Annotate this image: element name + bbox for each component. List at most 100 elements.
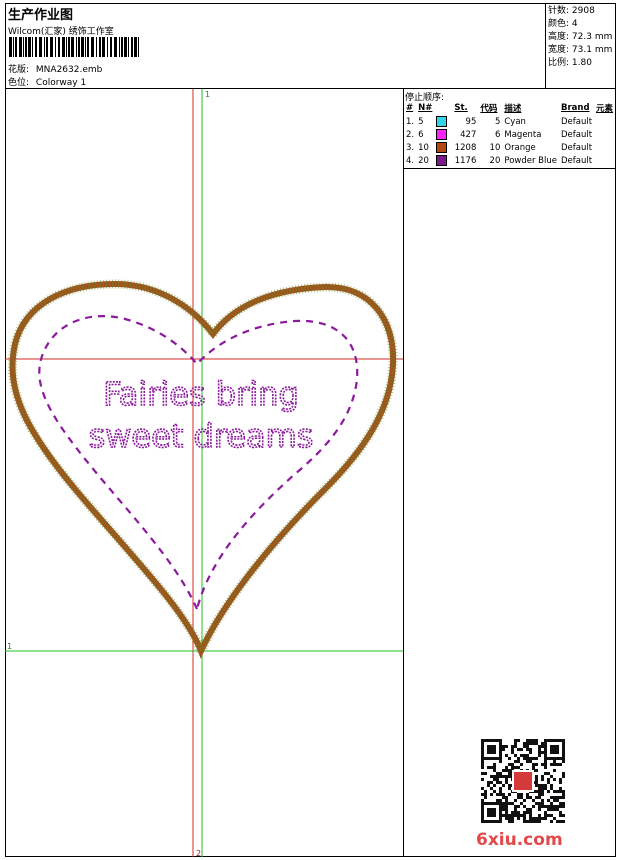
qr-module: [520, 796, 523, 799]
qr-module: [505, 811, 508, 814]
qr-module: [538, 754, 541, 757]
qr-module: [517, 817, 520, 820]
qr-module: [511, 748, 514, 751]
qr-module: [544, 766, 547, 769]
qr-module: [556, 790, 559, 793]
marker-bottom: 2: [196, 849, 201, 857]
qr-module: [553, 763, 556, 766]
qr-module: [526, 793, 529, 796]
qr-module: [529, 817, 532, 820]
barcode-bar: [68, 37, 70, 57]
qr-module: [484, 790, 487, 793]
qr-module: [517, 793, 520, 796]
barcode-bar: [121, 37, 123, 57]
qr-module: [511, 814, 514, 817]
barcode-bar: [107, 37, 108, 57]
qr-module: [529, 739, 532, 742]
qr-module: [484, 796, 487, 799]
qr-module: [553, 799, 556, 802]
barcode-bar: [85, 37, 86, 57]
heart-outline-satin: [9, 280, 397, 659]
qr-module: [526, 754, 529, 757]
qr-module: [559, 820, 562, 823]
barcode-bar: [58, 37, 60, 57]
qr-module: [529, 811, 532, 814]
qr-module: [559, 787, 562, 790]
qr-module: [535, 769, 538, 772]
qr-module: [508, 802, 511, 805]
barcode-bar: [114, 37, 117, 57]
qr-module: [535, 739, 538, 742]
qr-module: [562, 820, 565, 823]
color-swatch: [436, 155, 448, 166]
qr-module: [553, 817, 556, 820]
barcode-bar: [78, 37, 80, 57]
qr-module: [562, 793, 565, 796]
qr-module: [520, 814, 523, 817]
qr-module: [502, 802, 505, 805]
colorway-row: 色位: Colorway 1: [8, 75, 86, 88]
barcode-bar: [87, 37, 89, 57]
qr-module: [547, 808, 550, 811]
qr-finder: [487, 808, 496, 817]
barcode-bar: [96, 37, 97, 57]
qr-module: [526, 742, 529, 745]
qr-module: [559, 814, 562, 817]
qr-module: [547, 799, 550, 802]
qr-module: [544, 817, 547, 820]
qr-module: [553, 769, 556, 772]
qr-module: [493, 766, 496, 769]
qr-module: [544, 805, 547, 808]
qr-module: [526, 745, 529, 748]
qr-module: [541, 790, 544, 793]
qr-module: [562, 796, 565, 799]
barcode-bar: [131, 37, 133, 57]
qr-module: [517, 814, 520, 817]
qr-module: [487, 781, 490, 784]
barcode-bar: [28, 37, 31, 57]
qr-module: [514, 745, 517, 748]
qr-module: [502, 793, 505, 796]
qr-module: [487, 784, 490, 787]
qr-module: [517, 805, 520, 808]
barcode: [9, 37, 139, 57]
qr-module: [514, 814, 517, 817]
qr-module: [508, 820, 511, 823]
qr-module: [553, 808, 556, 811]
barcode-bar: [32, 37, 33, 57]
qr-module: [541, 799, 544, 802]
qr-module: [535, 790, 538, 793]
qr-module: [538, 817, 541, 820]
qr-module: [538, 748, 541, 751]
qr-module: [544, 811, 547, 814]
qr-module: [520, 748, 523, 751]
qr-module: [508, 763, 511, 766]
embroidery-design: Fairies bring sweet dreams 1 1 2: [5, 89, 403, 857]
qr-module: [517, 757, 520, 760]
barcode-bar: [99, 37, 101, 57]
qr-module: [535, 778, 538, 781]
qr-module: [505, 814, 508, 817]
qr-module: [481, 778, 484, 781]
barcode-bar: [81, 37, 84, 57]
qr-module: [493, 775, 496, 778]
qr-module: [511, 802, 514, 805]
qr-module: [520, 793, 523, 796]
qr-module: [529, 742, 532, 745]
stat-scale: 比例: 1.80: [548, 58, 592, 68]
stats-panel: 针数: 2908 颜色: 4 高度: 72.3 mm 宽度: 73.1 mm 比…: [548, 5, 612, 70]
qr-module: [535, 817, 538, 820]
qr-module: [490, 781, 493, 784]
qr-module: [538, 814, 541, 817]
qr-module: [559, 763, 562, 766]
qr-module: [550, 814, 553, 817]
qr-module: [541, 805, 544, 808]
qr-module: [502, 796, 505, 799]
qr-module: [517, 796, 520, 799]
qr-module: [481, 787, 484, 790]
qr-module: [541, 778, 544, 781]
qr-module: [535, 820, 538, 823]
qr-module: [550, 787, 553, 790]
qr-module: [544, 763, 547, 766]
qr-module: [508, 817, 511, 820]
